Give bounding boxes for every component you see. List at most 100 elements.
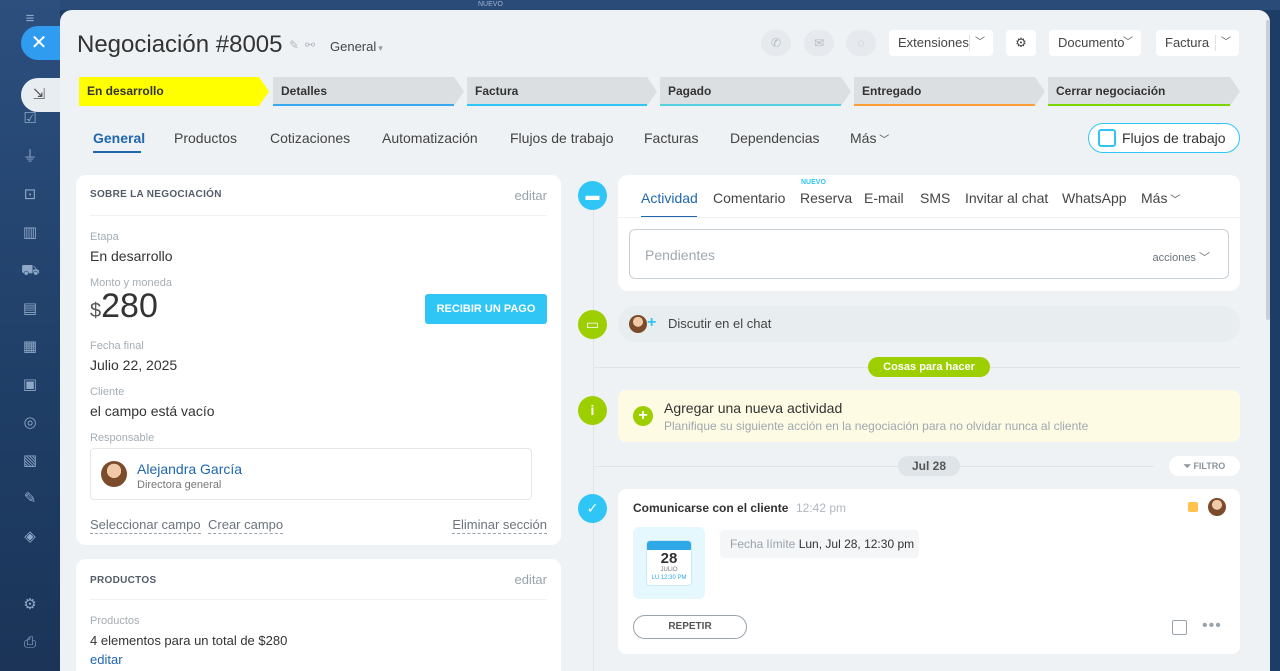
editor-tab-4[interactable]: SMS bbox=[920, 190, 950, 206]
tab-2[interactable]: Cotizaciones bbox=[270, 130, 350, 146]
editor-tab-5[interactable]: Invitar al chat bbox=[965, 190, 1048, 206]
stage-2[interactable]: Detalles bbox=[273, 77, 464, 106]
stage-value[interactable]: En desarrollo bbox=[90, 248, 173, 264]
stage-color-line bbox=[273, 104, 454, 106]
page-title: Negociación #8005 bbox=[77, 31, 283, 58]
edit-link[interactable]: editar bbox=[514, 188, 547, 203]
stage-5[interactable]: Entregado bbox=[854, 77, 1045, 106]
stage-label: Etapa bbox=[90, 231, 119, 243]
minimize-slider-button[interactable]: ⇲ bbox=[21, 78, 61, 112]
deadline-box[interactable]: Fecha límite Lun, Jul 28, 12:30 pm bbox=[720, 530, 919, 558]
about-deal-card: SOBRE LA NEGOCIACIÓN editar Etapa En des… bbox=[76, 175, 561, 545]
products-card: PRODUCTOS editar Productos 4 elementos p… bbox=[76, 559, 561, 671]
tab-1[interactable]: Productos bbox=[174, 130, 237, 146]
tab-4[interactable]: Flujos de trabajo bbox=[510, 130, 614, 146]
divider bbox=[969, 35, 970, 51]
scrollbar[interactable] bbox=[1266, 20, 1270, 320]
tab-label: Facturas bbox=[644, 130, 699, 146]
responsible-name[interactable]: Alejandra García bbox=[137, 461, 242, 477]
avatar[interactable] bbox=[1208, 498, 1226, 516]
tab-6[interactable]: Dependencias bbox=[730, 130, 820, 146]
close-slider-button[interactable]: ✕ bbox=[21, 26, 61, 60]
tab-5[interactable]: Facturas bbox=[644, 130, 698, 146]
add-activity-title: Agregar una nueva actividad bbox=[664, 400, 843, 416]
tab-7[interactable]: Más ﹀ bbox=[850, 130, 889, 146]
plus-icon: + bbox=[633, 406, 653, 426]
filter-button[interactable]: ⏷ FILTRO bbox=[1169, 456, 1240, 476]
responsible-role: Directora general bbox=[137, 479, 222, 491]
editor-tab-7[interactable]: Más ﹀ bbox=[1141, 190, 1180, 206]
category-label: General bbox=[330, 39, 377, 54]
close-date-value[interactable]: Julio 22, 2025 bbox=[90, 357, 177, 373]
cart-icon[interactable]: ⛟ bbox=[21, 262, 40, 280]
discuss-chat-label: Discutir en el chat bbox=[668, 316, 772, 331]
stage-label: Detalles bbox=[281, 84, 328, 98]
document-icon[interactable]: ▧ bbox=[21, 452, 39, 470]
amount-number: 280 bbox=[101, 287, 158, 325]
chevron-down-icon: ﹀ bbox=[1221, 37, 1231, 48]
printer-icon[interactable]: ⎙ bbox=[21, 634, 39, 652]
editor-tab-3[interactable]: E-mail bbox=[864, 190, 904, 206]
tab-label: Cotizaciones bbox=[270, 130, 351, 146]
divider bbox=[594, 466, 1154, 467]
discuss-chat-row[interactable]: + Discutir en el chat bbox=[618, 306, 1240, 342]
filter-icon[interactable]: ⏚ bbox=[21, 148, 39, 166]
tab-3[interactable]: Automatización bbox=[382, 130, 478, 146]
note-icon[interactable] bbox=[1172, 620, 1187, 635]
category-selector[interactable]: General ▾ bbox=[330, 39, 383, 54]
pending-input[interactable]: Pendientes acciones ﹀ bbox=[629, 229, 1229, 279]
chat-icon[interactable]: ◌ bbox=[846, 30, 876, 56]
invoice-button[interactable]: Factura ﹀ bbox=[1156, 30, 1239, 56]
security-icon[interactable]: ◈ bbox=[21, 528, 39, 546]
stage-4[interactable]: Pagado bbox=[660, 77, 851, 106]
settings-icon[interactable]: ⚙ bbox=[21, 596, 39, 614]
color-marker[interactable] bbox=[1188, 502, 1198, 512]
activity-title[interactable]: Comunicarse con el cliente bbox=[633, 501, 788, 515]
gear-icon: ⚙ bbox=[1015, 35, 1027, 50]
actions-dropdown[interactable]: acciones ﹀ bbox=[1153, 249, 1210, 265]
select-field-link[interactable]: Seleccionar campo bbox=[90, 517, 201, 534]
settings-button[interactable]: ⚙ bbox=[1006, 30, 1036, 56]
contact-card-icon[interactable]: ▤ bbox=[21, 300, 39, 318]
mail-icon[interactable]: ✉ bbox=[804, 30, 834, 56]
robot-icon[interactable]: ⊡ bbox=[21, 186, 39, 204]
more-icon[interactable]: ••• bbox=[1202, 617, 1222, 635]
document-button[interactable]: Documento ﹀ bbox=[1049, 30, 1141, 56]
phone-icon[interactable]: ✆ bbox=[761, 30, 791, 56]
pen-icon[interactable]: ✎ bbox=[21, 490, 39, 508]
editor-tab-6[interactable]: WhatsApp bbox=[1062, 190, 1127, 206]
calendar-icon[interactable]: ▦ bbox=[21, 338, 39, 356]
stage-1[interactable]: En desarrollo bbox=[79, 77, 269, 106]
client-value[interactable]: el campo está vacío bbox=[90, 403, 215, 419]
extensions-button[interactable]: Extensiones ﹀ bbox=[889, 30, 993, 56]
delete-section-link[interactable]: Eliminar sección bbox=[452, 517, 547, 534]
stage-3[interactable]: Factura bbox=[467, 77, 657, 106]
create-field-link[interactable]: Crear campo bbox=[208, 517, 284, 534]
tab-0[interactable]: General bbox=[93, 130, 145, 146]
tasks-icon[interactable]: ☑ bbox=[21, 110, 39, 128]
edit-link-icons[interactable]: ✎⚯ bbox=[289, 38, 321, 52]
card-heading: SOBRE LA NEGOCIACIÓN bbox=[90, 189, 222, 200]
amount-value[interactable]: $280 bbox=[90, 287, 158, 326]
editor-tab-0[interactable]: Actividad bbox=[641, 190, 698, 206]
chevron-down-icon: ﹀ bbox=[876, 135, 890, 146]
responsible-box[interactable]: Alejandra García Directora general bbox=[90, 448, 532, 500]
document-label: Documento bbox=[1058, 35, 1125, 50]
edit-link[interactable]: editar bbox=[514, 572, 547, 587]
workflows-button[interactable]: Flujos de trabajo bbox=[1088, 123, 1240, 153]
avatar bbox=[629, 315, 647, 333]
client-label: Cliente bbox=[90, 386, 125, 398]
tab-label: Productos bbox=[174, 130, 238, 146]
edit-products-link[interactable]: editar bbox=[90, 652, 123, 667]
editor-tab-2[interactable]: Reserva bbox=[800, 190, 852, 206]
new-badge: NUEVO bbox=[801, 179, 826, 186]
analytics-icon[interactable]: ▥ bbox=[21, 224, 39, 242]
archive-icon[interactable]: ▣ bbox=[21, 376, 39, 394]
stage-6[interactable]: Cerrar negociación bbox=[1048, 77, 1240, 106]
receive-payment-button[interactable]: RECIBIR UN PAGO bbox=[425, 294, 547, 324]
add-activity-box[interactable]: + Agregar una nueva actividad Planifique… bbox=[618, 390, 1240, 442]
repeat-button[interactable]: REPETIR bbox=[633, 615, 747, 639]
deadline-value: Lun, Jul 28, 12:30 pm bbox=[798, 537, 915, 551]
editor-tab-1[interactable]: Comentario bbox=[713, 190, 785, 206]
target-icon[interactable]: ◎ bbox=[21, 414, 39, 432]
